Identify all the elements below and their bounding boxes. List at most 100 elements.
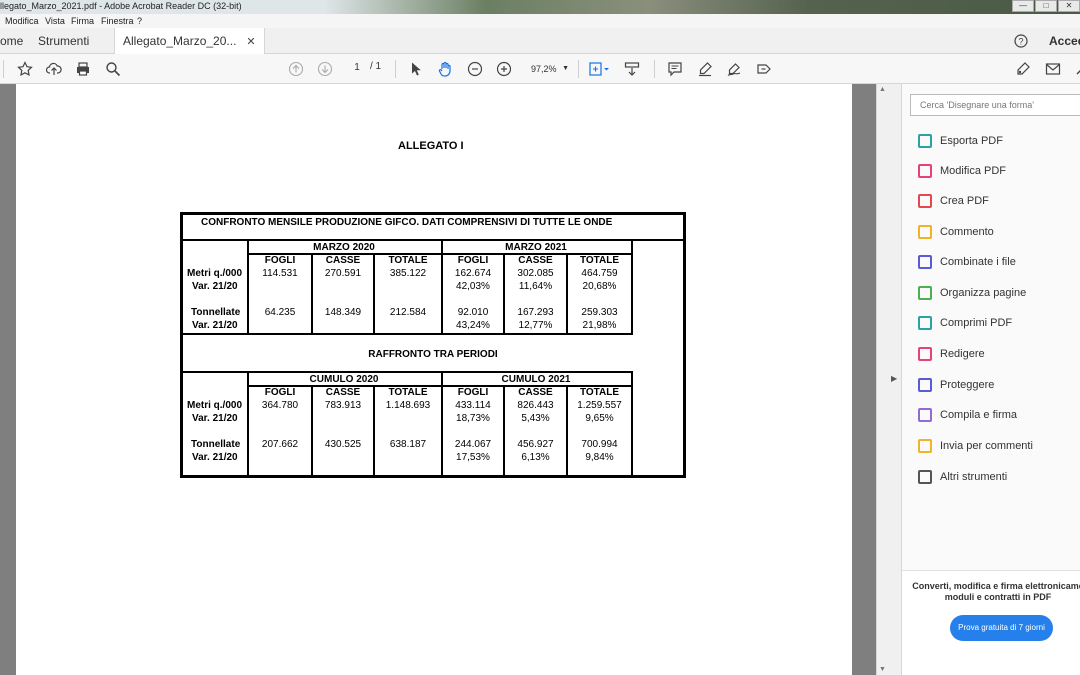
- document-viewer: ALLEGATO I CONFRONTO MENSILE PRODUZIONE …: [0, 84, 876, 675]
- hand-tool-icon[interactable]: [436, 60, 454, 78]
- fill-sign-tool-icon[interactable]: [755, 60, 773, 78]
- page-number-input[interactable]: 1: [346, 61, 368, 77]
- tab-tools[interactable]: Strumenti: [38, 28, 89, 54]
- table-cell: 42,03%: [456, 281, 490, 292]
- table-cell: 456.927: [517, 439, 554, 450]
- page-up-icon[interactable]: [287, 60, 305, 78]
- pen-attach-icon[interactable]: [1014, 60, 1032, 78]
- tool-label: Compila e firma: [940, 409, 1018, 421]
- table-cell: 11,64%: [518, 281, 553, 292]
- page-down-icon[interactable]: [316, 60, 334, 78]
- col-header: FOGLI: [457, 387, 489, 398]
- fit-page-icon[interactable]: [586, 60, 612, 78]
- tool-item[interactable]: Modifica PDF: [918, 162, 1006, 180]
- tool-item[interactable]: Crea PDF: [918, 192, 989, 210]
- tool-label: Proteggere: [940, 379, 995, 391]
- pdf-page: ALLEGATO I CONFRONTO MENSILE PRODUZIONE …: [16, 84, 852, 675]
- search-icon[interactable]: [104, 60, 122, 78]
- table-cell: 114.531: [262, 268, 298, 279]
- table-cell: 64.235: [264, 307, 296, 318]
- section-title: RAFFRONTO TRA PERIODI: [368, 349, 498, 360]
- mail-icon[interactable]: [1044, 60, 1062, 78]
- table-cell: 430.525: [324, 439, 362, 450]
- tool-item[interactable]: Organizza pagine: [918, 284, 1026, 302]
- vertical-scrollbar[interactable]: ▲ ▼: [876, 84, 888, 675]
- tool-item[interactable]: Combinate i file: [918, 253, 1016, 271]
- col-header: TOTALE: [388, 387, 428, 398]
- table-cell: 212.584: [389, 307, 427, 318]
- tab-home[interactable]: ome: [0, 28, 23, 54]
- menu-help[interactable]: ?: [137, 16, 142, 26]
- sign-in-link[interactable]: Acced: [1049, 28, 1080, 54]
- export-pdf-icon: [918, 134, 932, 148]
- period-header-cumulo-2020: CUMULO 2020: [309, 374, 379, 385]
- zoom-select[interactable]: 97,2% ▼: [526, 59, 574, 77]
- tool-item[interactable]: Proteggere: [918, 376, 994, 394]
- col-header: CASSE: [325, 387, 361, 398]
- comment-icon[interactable]: [666, 60, 684, 78]
- menu-vista[interactable]: Vista: [45, 16, 65, 26]
- close-window-button[interactable]: ✕: [1058, 0, 1080, 12]
- tool-item[interactable]: Altri strumenti: [918, 468, 1007, 486]
- tool-item[interactable]: Compila e firma: [918, 406, 1017, 424]
- table-cell: 270.591: [324, 268, 362, 279]
- table-cell: 385.122: [389, 268, 427, 279]
- tool-label: Crea PDF: [940, 195, 989, 207]
- col-header: TOTALE: [579, 255, 620, 266]
- menu-firma[interactable]: Firma: [71, 16, 94, 26]
- scroll-mode-icon[interactable]: [623, 60, 641, 78]
- table-cell: 464.759: [581, 268, 618, 279]
- fill-sign-icon: [918, 408, 932, 422]
- star-icon[interactable]: [16, 60, 34, 78]
- help-icon[interactable]: ?: [1014, 28, 1032, 54]
- tool-item[interactable]: Esporta PDF: [918, 132, 1003, 150]
- table-cell: 364.780: [261, 400, 299, 411]
- scroll-down-icon[interactable]: ▼: [879, 666, 886, 673]
- table-cell: 433.114: [455, 400, 491, 411]
- sign-icon[interactable]: [725, 60, 743, 78]
- col-header: CASSE: [518, 387, 553, 398]
- table-cell: 5,43%: [521, 413, 550, 424]
- menu-finestra[interactable]: Finestra: [101, 16, 134, 26]
- collapse-pane-toggle[interactable]: ▶: [888, 84, 902, 675]
- tool-item[interactable]: Invia per commenti: [918, 437, 1033, 455]
- menu-modifica[interactable]: Modifica: [5, 16, 39, 26]
- table-cell: 18,73%: [456, 413, 490, 424]
- zoom-in-icon[interactable]: [495, 60, 513, 78]
- tab-document[interactable]: Allegato_Marzo_20... ✕: [114, 28, 265, 54]
- maximize-button[interactable]: □: [1035, 0, 1057, 12]
- close-tab-icon[interactable]: ✕: [246, 36, 255, 48]
- free-trial-button[interactable]: Prova gratuita di 7 giorni: [950, 615, 1053, 641]
- table-cell: 21,98%: [582, 320, 617, 331]
- svg-text:?: ?: [1018, 37, 1023, 47]
- select-cursor-icon[interactable]: [407, 60, 425, 78]
- tools-pane: Cerca 'Disegnare una forma' Esporta PDF M…: [902, 84, 1080, 675]
- trial-promo: Converti, modifica e firma elettronicame…: [902, 570, 1080, 675]
- create-pdf-icon: [918, 194, 932, 208]
- toolbar: 1 / 1 97,2% ▼: [0, 54, 1080, 84]
- window-title: llegato_Marzo_2021.pdf - Adobe Acrobat R…: [0, 1, 242, 11]
- tool-item[interactable]: Comprimi PDF: [918, 314, 1012, 332]
- table-cell: 244.067: [454, 439, 492, 450]
- send-comments-icon: [918, 439, 932, 453]
- tool-item[interactable]: Commento: [918, 223, 994, 241]
- zoom-out-icon[interactable]: [466, 60, 484, 78]
- tool-item[interactable]: Redigere: [918, 345, 985, 363]
- table-cell: 6,13%: [521, 452, 550, 463]
- tools-search-input[interactable]: Cerca 'Disegnare una forma': [910, 94, 1080, 116]
- scroll-up-icon[interactable]: ▲: [879, 86, 886, 93]
- highlight-pen-icon[interactable]: [696, 60, 714, 78]
- tool-label: Comprimi PDF: [940, 317, 1013, 329]
- tool-label: Modifica PDF: [940, 165, 1007, 177]
- print-icon[interactable]: [74, 60, 92, 78]
- more-icon[interactable]: [1072, 60, 1080, 78]
- window-controls: — □ ✕: [1011, 0, 1080, 14]
- upload-cloud-icon[interactable]: [45, 60, 63, 78]
- protect-icon: [918, 378, 932, 392]
- table-cell: 162.674: [454, 268, 492, 279]
- minimize-button[interactable]: —: [1012, 0, 1034, 12]
- table-cell: 302.085: [517, 268, 554, 279]
- table-cell: 43,24%: [456, 320, 490, 331]
- col-header: TOTALE: [579, 387, 620, 398]
- table-title: CONFRONTO MENSILE PRODUZIONE GIFCO. DATI…: [201, 217, 613, 228]
